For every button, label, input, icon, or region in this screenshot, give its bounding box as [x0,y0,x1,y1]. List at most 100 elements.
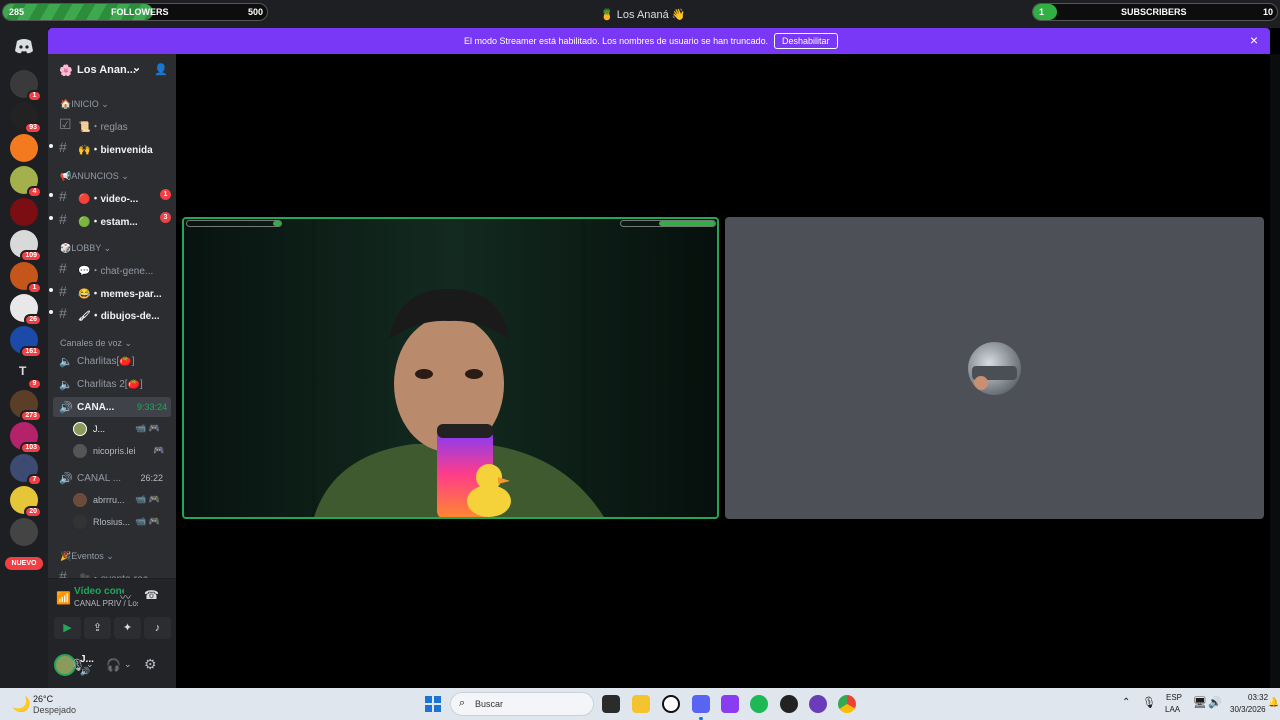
channel-reglas[interactable]: ☑ 📜・reglas [53,113,171,133]
mention-badge: 3 [160,212,171,223]
unread-dot [49,288,53,292]
volume-icon[interactable]: 🔊 [1208,696,1222,709]
hash-icon: # [59,139,67,155]
category-voice[interactable]: Canales de voz ⌄ [60,338,132,349]
category-lobby[interactable]: 🎲LOBBY ⌄ [60,243,111,254]
channel-label: 💬・chat-gene... [78,266,154,277]
server-icon[interactable] [10,518,38,546]
soundboard-button[interactable]: ♪ [144,617,171,639]
hash-icon: # [59,283,67,299]
show-hidden-icons-chevron[interactable]: ⌃ [1122,697,1130,708]
server-icon[interactable]: 273 [10,390,42,422]
notification-bell-icon[interactable]: 🔔 [1268,697,1279,708]
discord-home-button[interactable] [10,32,38,60]
server-mention-badge: 273 [20,410,42,422]
language-primary[interactable]: ESP [1166,693,1182,702]
server-header[interactable]: 🌸 Los Anan... ⌄ 👤 [48,54,176,86]
voice-member[interactable]: abrrru... 📹 🎮 [73,490,171,510]
network-icon[interactable]: 🖥 [1193,696,1207,709]
camera-icon: 📹 🎮 [135,516,160,526]
avatar [73,444,87,458]
server-mention-badge: 1 [27,90,42,102]
close-banner-icon[interactable]: × [1250,32,1258,48]
language-secondary[interactable]: LAA [1165,705,1180,714]
mic-options-chevron-icon[interactable]: ⌄ [86,659,94,670]
chatgpt-icon[interactable] [662,695,680,713]
server-icon[interactable]: 20 [10,486,42,518]
server-icon[interactable]: 1 [10,70,42,102]
category-anuncios[interactable]: 📢ANUNCIOS ⌄ [60,171,129,182]
obs-icon[interactable] [780,695,798,713]
server-icon[interactable]: 4 [10,166,42,198]
channel-estam[interactable]: # 🟢・estam... 3 [49,208,171,228]
pineapple-icon: 🍍 [600,9,614,21]
avatar [73,515,87,529]
task-view-icon[interactable] [602,695,620,713]
mention-badge: 1 [160,189,171,200]
discord-logo-icon [15,39,33,54]
server-icon[interactable] [10,198,38,226]
disable-streamer-button[interactable]: Deshabilitar [774,33,838,49]
server-icon[interactable]: 109 [10,230,42,262]
rules-icon: ☑ [59,116,72,132]
windows-start-icon[interactable] [424,695,442,713]
subscribers-progress-fill [1033,4,1057,20]
channel-dibujos[interactable]: # 🖌・dibujos-de... [49,302,171,322]
camera-button[interactable]: ▶ [54,617,81,639]
nuevo-badge[interactable]: NUEVO [5,557,43,570]
server-icon[interactable]: 103 [10,422,42,454]
weather-moon-icon[interactable]: 🌙 [12,695,31,713]
clock-time[interactable]: 03:32 [1248,693,1268,702]
invite-people-icon[interactable]: 👤 [154,63,168,76]
audio-options-chevron-icon[interactable]: ⌄ [124,659,132,670]
voice-member[interactable]: nicopris.lei 🎮 [73,441,171,461]
taskbar-search[interactable]: ⌕ Buscar [450,692,594,716]
discord-taskbar-icon[interactable] [692,695,710,713]
video-tile-webcam[interactable] [182,217,719,519]
activities-button[interactable]: ✦ [114,617,141,639]
server-mention-badge: 93 [24,122,42,134]
window-title-text: Los Ananá [616,9,669,21]
channel-chat-general[interactable]: # 💬・chat-gene... [53,257,171,277]
server-icon[interactable]: 1 [10,262,42,294]
voice-channel-charlitas[interactable]: 🔈 Charlitas[🍅] [53,351,171,371]
taskbar-mic-icon[interactable]: 🎙 [1142,696,1156,709]
spotify-icon[interactable] [750,695,768,713]
server-icon[interactable]: 7 [10,454,42,486]
channel-label: 🖌・dibujos-de... [78,311,160,322]
channel-label: 🟢・estam... [78,217,138,228]
voice-connection-panel: 📶 Vídeo conectado CANAL PRIV / Los... 〰 … [48,578,176,648]
noise-suppression-icon[interactable]: 〰 [120,589,131,605]
voice-member[interactable]: Rlosius... 📹 🎮 [73,512,171,532]
voice-channel-canal-active[interactable]: 🔊 CANA... 9:33:24 [53,397,171,417]
category-inicio[interactable]: 🏠INICIO ⌄ [60,99,109,110]
voice-channel-charlitas-2[interactable]: 🔈 Charlitas 2[🍅] [53,374,171,394]
voice-member[interactable]: J... 📹 🎮 [73,419,171,439]
chrome-icon[interactable] [838,695,856,713]
server-icon[interactable]: 26 [10,294,42,326]
video-tile-avatar[interactable] [725,217,1264,519]
screen-share-button[interactable]: ⇪ [84,617,111,639]
server-icon[interactable]: 161 [10,326,42,358]
disconnect-icon[interactable]: ☎ [144,588,159,602]
weather-temp[interactable]: 26°C [33,694,53,704]
server-icon[interactable] [10,134,38,162]
file-explorer-icon[interactable] [632,695,650,713]
server-icon[interactable]: 93 [10,102,42,134]
channel-memes[interactable]: # 😂・memes-par... [49,280,171,300]
channel-video[interactable]: # 🔴・video-... 1 [49,185,171,205]
subscribers-current: 1 [1039,7,1045,17]
channel-bienvenida[interactable]: # 🙌・bienvenida [49,136,171,156]
category-eventos[interactable]: 🎉Eventos ⌄ [60,551,114,562]
voice-channel-canal-2[interactable]: 🔊 CANAL ... 26:22 [53,468,171,488]
server-icon[interactable]: T9 [10,358,42,390]
clipchamp-icon[interactable] [721,695,739,713]
clock-date[interactable]: 30/3/2026 [1230,705,1266,714]
app-icon[interactable] [809,695,827,713]
headphones-icon[interactable]: 🎧 [106,658,121,672]
settings-gear-icon[interactable]: ⚙ [144,656,157,673]
weather-desc[interactable]: Despejado [33,705,76,715]
microphone-icon[interactable]: 🎙 [70,658,85,672]
search-icon: ⌕ [459,697,466,709]
signal-icon[interactable]: 📶 [56,591,71,605]
